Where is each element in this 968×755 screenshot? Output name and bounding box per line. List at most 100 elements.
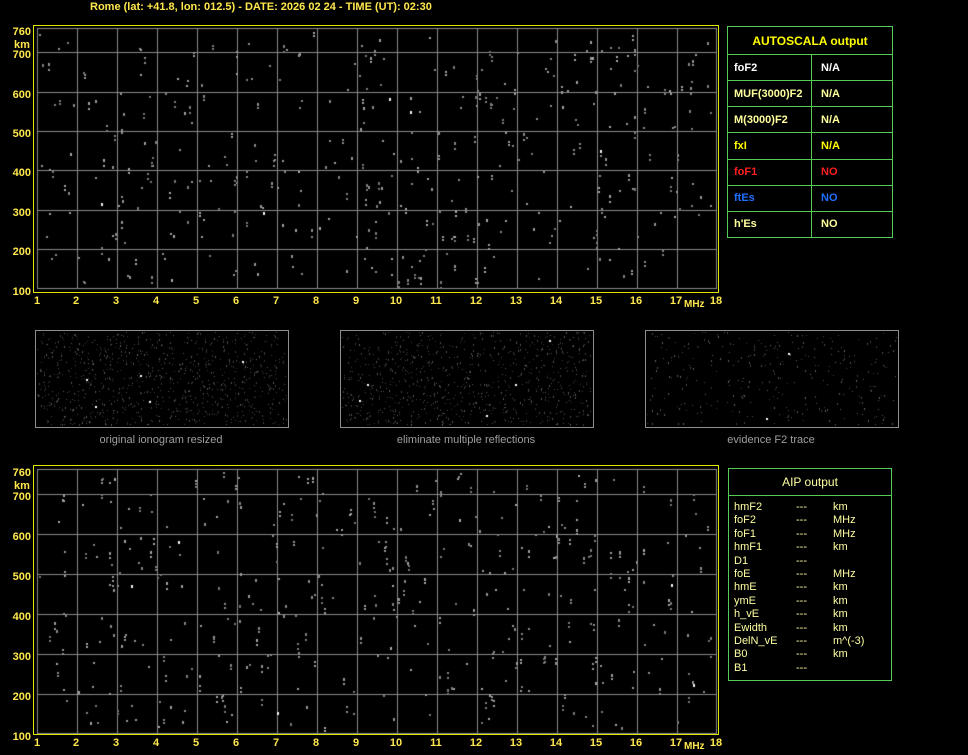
y-axis-tick-label: 700 (12, 491, 31, 503)
x-axis-tick-label: 4 (152, 295, 160, 307)
x-axis-tick-label: 12 (469, 737, 483, 749)
autoscala-param-label: h'Es (728, 211, 812, 237)
autoscala-param-value: N/A (821, 61, 840, 74)
thumbnail-eliminate-caption: eliminate multiple reflections (396, 434, 536, 446)
aip-table-header: AIP output (729, 469, 891, 496)
x-axis-tick-label: 1 (33, 295, 41, 307)
ionogram-plot-top (33, 25, 719, 293)
x-axis-tick-label: 5 (192, 295, 200, 307)
aip-param-label: ymE (734, 594, 756, 607)
aip-param-label: h_vE (734, 608, 760, 621)
y-axis-tick-label: 600 (12, 89, 31, 101)
aip-output-table: AIP output hmF2 --- km foF2 --- MHz foF1 --- MHz… (728, 468, 892, 681)
x-axis-tick-label: 16 (629, 295, 643, 307)
y-axis-tick-label: 200 (12, 246, 31, 258)
aip-param-value: --- (796, 514, 807, 527)
x-axis-tick-label: 15 (589, 737, 603, 749)
thumbnail-original-caption: original ionogram resized (99, 434, 223, 446)
aip-param-value: --- (796, 581, 807, 594)
aip-param-value: --- (796, 501, 807, 513)
aip-param-label: DelN_vE (734, 635, 778, 648)
autoscala-table-row: foF2 N/A (728, 55, 892, 82)
autoscala-param-label: foF1 (728, 159, 812, 185)
x-axis-tick-label: 9 (352, 737, 360, 749)
x-axis-tick-label: 14 (549, 295, 563, 307)
aip-param-label: D1 (734, 554, 749, 567)
aip-table-row: Ewidth --- km (734, 622, 891, 635)
y-axis-tick-label: 200 (12, 691, 31, 703)
aip-table-row: foE --- MHz (734, 568, 891, 581)
aip-param-unit: MHz (833, 514, 856, 527)
x-axis-tick-label: 14 (549, 737, 563, 749)
aip-table-row: h_vE --- km (734, 608, 891, 621)
autoscala-param-value: N/A (821, 113, 840, 126)
autoscala-param-value: N/A (821, 87, 840, 100)
aip-param-label: hmF1 (734, 541, 763, 554)
aip-param-label: foE (734, 568, 751, 581)
page-title: Rome (lat: +41.8, lon: 012.5) - DATE: 20… (90, 1, 432, 13)
thumbnail-eliminate-canvas (341, 331, 593, 427)
aip-param-unit: MHz (833, 568, 856, 581)
autoscala-param-value: NO (821, 192, 838, 205)
autoscala-table-header: AUTOSCALA output (728, 27, 892, 55)
y-axis-tick-label: 760 (12, 26, 31, 38)
x-axis-tick-label: 15 (589, 295, 603, 307)
x-axis-tick-label: 1 (33, 737, 41, 749)
autoscala-table-row: ftEs NO (728, 185, 892, 212)
aip-param-unit: km (833, 501, 848, 513)
x-axis-tick-label: 5 (192, 737, 200, 749)
x-axis-tick-label: 9 (352, 295, 360, 307)
thumbnail-evidence-f2 (645, 330, 899, 428)
y-axis-tick-label: 400 (12, 167, 31, 179)
x-axis-tick-label: 8 (312, 295, 320, 307)
autoscala-window: { "title": "Rome (lat: +41.8, lon: 012.5… (0, 0, 968, 755)
aip-param-label: foF2 (734, 514, 757, 527)
y-axis-tick-label: 500 (12, 571, 31, 583)
aip-table-row: B0 --- km (734, 648, 891, 661)
aip-param-unit: km (833, 621, 848, 634)
x-axis-unit-label: MHz (684, 741, 705, 752)
aip-param-label: foF1 (734, 527, 757, 540)
aip-param-unit: km (833, 541, 848, 554)
autoscala-param-value: NO (821, 166, 838, 179)
autoscala-output-table: AUTOSCALA output foF2 N/A MUF(3000)F2 N/A M(… (727, 26, 893, 238)
aip-param-label: Ewidth (734, 621, 768, 634)
ionogram-plot-bottom-canvas (34, 466, 718, 734)
y-axis-tick-label: 300 (12, 651, 31, 663)
autoscala-table-row: fxI N/A (728, 133, 892, 160)
autoscala-param-label: foF2 (728, 55, 812, 81)
y-axis-tick-label: 760 (12, 467, 31, 479)
x-axis-tick-label: 7 (272, 295, 280, 307)
aip-param-label: B1 (734, 661, 748, 674)
autoscala-param-label: fxI (728, 133, 812, 159)
thumbnail-evidence-caption: evidence F2 trace (727, 434, 815, 446)
autoscala-param-label: M(3000)F2 (728, 107, 812, 133)
aip-table-rows: hmF2 --- km foF2 --- MHz foF1 --- MHz hmF1 --- km D1… (729, 496, 891, 675)
autoscala-param-label: ftEs (728, 185, 812, 211)
x-axis-tick-label: 10 (389, 737, 403, 749)
aip-param-value: --- (796, 541, 807, 554)
aip-param-value: --- (796, 635, 807, 648)
aip-param-value: --- (796, 608, 807, 621)
y-axis-tick-label: 600 (12, 531, 31, 543)
autoscala-table-row: h'Es NO (728, 211, 892, 237)
y-axis-tick-label: 300 (12, 207, 31, 219)
aip-table-row: hmF1 --- km (734, 541, 891, 554)
aip-table-row: foF1 --- MHz (734, 528, 891, 541)
autoscala-param-value: N/A (821, 139, 840, 152)
aip-param-value: --- (796, 568, 807, 581)
aip-table-row: B1 --- (734, 662, 891, 675)
thumbnail-original-ionogram (35, 330, 289, 428)
x-axis-tick-label: 13 (509, 295, 523, 307)
aip-param-value: --- (796, 527, 807, 540)
x-axis-tick-label: 18 (709, 737, 723, 749)
aip-table-row: foF2 --- MHz (734, 514, 891, 527)
aip-param-label: B0 (734, 648, 748, 661)
aip-param-unit: km (833, 594, 848, 607)
aip-param-unit (833, 555, 891, 568)
aip-param-unit: MHz (833, 527, 856, 540)
autoscala-param-label: MUF(3000)F2 (728, 81, 812, 107)
aip-table-row: D1 --- (734, 555, 891, 568)
aip-table-row: hmE --- km (734, 581, 891, 594)
aip-param-value: --- (796, 554, 807, 567)
